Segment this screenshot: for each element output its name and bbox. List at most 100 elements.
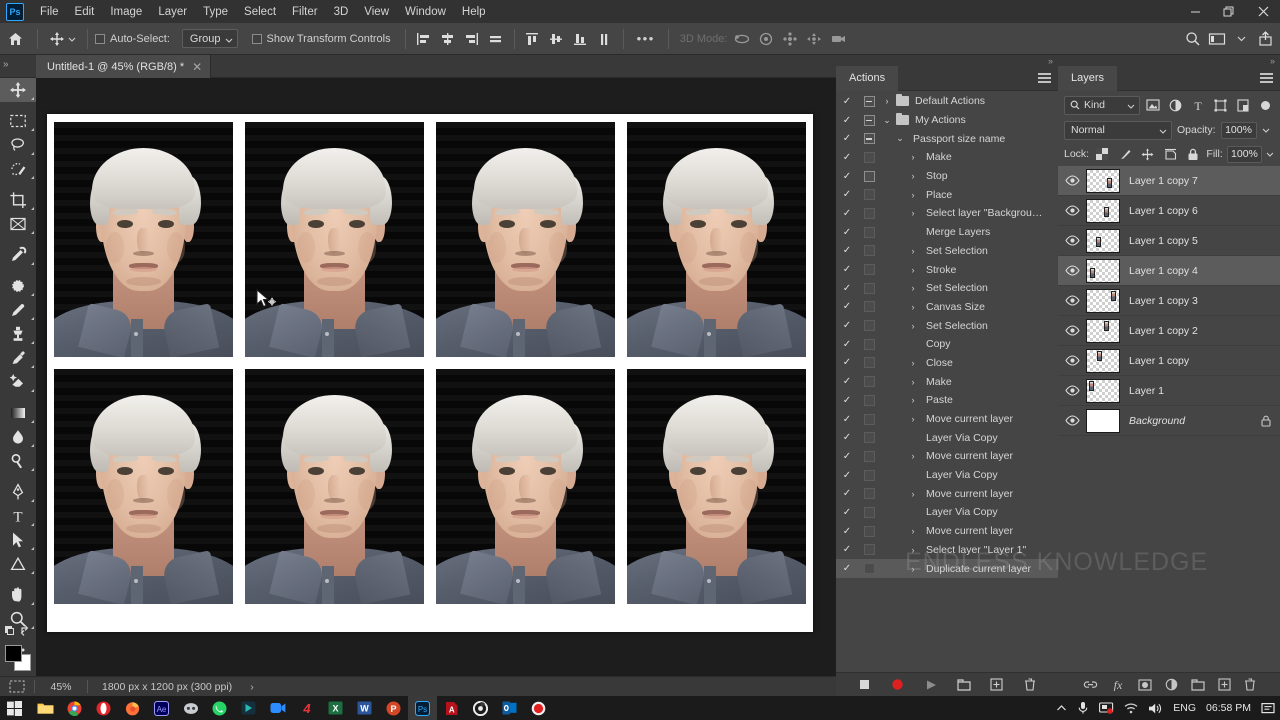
distribute-horizontal-icon[interactable] xyxy=(485,28,507,50)
taskbar-powerpoint[interactable]: P xyxy=(379,696,408,720)
action-dialog-toggle[interactable] xyxy=(858,469,880,481)
action-dialog-toggle[interactable] xyxy=(858,114,880,126)
screen-share-icon[interactable] xyxy=(1094,696,1119,720)
passport-photo[interactable] xyxy=(245,369,424,604)
layer-kind-dropdown[interactable]: Kind xyxy=(1064,95,1140,115)
action-dialog-toggle[interactable] xyxy=(858,357,880,369)
action-dialog-toggle[interactable] xyxy=(858,450,880,462)
wifi-icon[interactable] xyxy=(1119,696,1143,720)
chevron-right-icon[interactable]: › xyxy=(906,358,920,368)
fill-input[interactable]: 100% xyxy=(1226,145,1263,163)
status-expand-icon[interactable]: › xyxy=(232,681,254,693)
action-item[interactable]: ✓ Layer Via Copy xyxy=(836,428,1058,447)
close-icon[interactable]: ✕ xyxy=(192,60,202,74)
panel-collapse-icon[interactable]: » xyxy=(3,59,8,70)
action-toggle-checkbox[interactable]: ✓ xyxy=(836,376,858,387)
swap-reset-colors[interactable] xyxy=(4,624,32,638)
slide-3d-icon[interactable] xyxy=(803,28,825,50)
delete-button[interactable] xyxy=(1021,676,1039,694)
action-item[interactable]: ✓ › Default Actions xyxy=(836,92,1058,111)
action-dialog-toggle[interactable] xyxy=(858,320,880,332)
crop-tool-icon[interactable] xyxy=(0,188,36,212)
pen-tool-icon[interactable] xyxy=(0,480,36,504)
action-toggle-checkbox[interactable]: ✓ xyxy=(836,189,858,200)
actions-list[interactable]: ✓ › Default Actions ✓ ⌄ My Actions ✓ ⌄ Passport … xyxy=(836,92,1058,720)
more-options-button[interactable]: ••• xyxy=(631,31,661,46)
taskbar-filmora[interactable] xyxy=(234,696,263,720)
filter-toggle-icon[interactable] xyxy=(1257,96,1274,115)
action-toggle-checkbox[interactable]: ✓ xyxy=(836,339,858,350)
type-filter-icon[interactable]: T xyxy=(1189,96,1206,115)
taskbar-photoshop[interactable]: Ps xyxy=(408,696,437,720)
action-item[interactable]: ✓ › Set Selection xyxy=(836,279,1058,298)
taskbar-google-chrome[interactable] xyxy=(60,696,89,720)
action-item[interactable]: ✓ › Set Selection xyxy=(836,316,1058,335)
menu-image[interactable]: Image xyxy=(102,2,150,22)
action-dialog-toggle[interactable] xyxy=(858,189,880,201)
frame-tool-icon[interactable] xyxy=(0,212,36,236)
action-dialog-toggle[interactable] xyxy=(858,245,880,257)
path-selection-tool-icon[interactable] xyxy=(0,528,36,552)
action-dialog-toggle[interactable] xyxy=(858,207,880,219)
action-toggle-checkbox[interactable]: ✓ xyxy=(836,488,858,499)
taskbar-whatsapp[interactable] xyxy=(205,696,234,720)
menu-window[interactable]: Window xyxy=(397,2,454,22)
layer-thumbnail[interactable] xyxy=(1086,168,1120,193)
passport-photo[interactable] xyxy=(54,122,233,357)
action-dialog-toggle[interactable] xyxy=(858,506,880,518)
taskbar-outlook[interactable] xyxy=(495,696,524,720)
chevron-right-icon[interactable]: › xyxy=(906,246,920,256)
action-item[interactable]: ✓ › Select layer "Layer 1" xyxy=(836,541,1058,560)
eraser-tool-icon[interactable] xyxy=(0,370,36,394)
windows-start-icon[interactable] xyxy=(0,696,29,720)
tab-layers[interactable]: Layers xyxy=(1058,65,1118,91)
pixel-filter-icon[interactable] xyxy=(1145,96,1162,115)
action-dialog-toggle[interactable] xyxy=(858,226,880,238)
foreground-color-swatch[interactable] xyxy=(5,645,22,662)
link-layers-icon[interactable] xyxy=(1083,679,1098,690)
taskbar-word[interactable]: W xyxy=(350,696,379,720)
action-toggle-checkbox[interactable]: ✓ xyxy=(836,544,858,555)
menu-view[interactable]: View xyxy=(356,2,397,22)
layer-visibility-eye-icon[interactable] xyxy=(1058,385,1086,396)
align-left-edges-icon[interactable] xyxy=(413,28,435,50)
passport-photo[interactable] xyxy=(627,122,806,357)
action-item[interactable]: ✓ › Move current layer xyxy=(836,484,1058,503)
color-swatches[interactable] xyxy=(5,645,31,671)
action-item[interactable]: ✓ › Stroke xyxy=(836,260,1058,279)
menu-file[interactable]: File xyxy=(32,2,67,22)
layer-visibility-eye-icon[interactable] xyxy=(1058,265,1086,276)
panel-collapse-icon[interactable]: » xyxy=(1048,56,1053,66)
taskbar-excel[interactable]: X xyxy=(321,696,350,720)
chevron-right-icon[interactable]: › xyxy=(906,526,920,536)
show-transform-checkbox[interactable] xyxy=(251,33,262,44)
action-item[interactable]: ✓ › Close xyxy=(836,354,1058,373)
menu-3d[interactable]: 3D xyxy=(326,2,357,22)
actions-panel-menu-icon[interactable] xyxy=(1038,73,1051,85)
taskbar-firefox[interactable] xyxy=(118,696,147,720)
action-toggle-checkbox[interactable]: ✓ xyxy=(836,470,858,481)
layer-mask-icon[interactable] xyxy=(1137,678,1152,691)
play-button[interactable] xyxy=(922,676,940,694)
show-transform-option[interactable]: Show Transform Controls xyxy=(251,33,391,45)
action-dialog-toggle[interactable] xyxy=(858,488,880,500)
action-toggle-checkbox[interactable]: ✓ xyxy=(836,152,858,163)
layer-visibility-eye-icon[interactable] xyxy=(1058,355,1086,366)
type-tool-icon[interactable]: T xyxy=(0,504,36,528)
stop-button[interactable] xyxy=(856,676,874,694)
passport-photo[interactable] xyxy=(54,369,233,604)
action-item[interactable]: ✓ Merge Layers xyxy=(836,223,1058,242)
opacity-input[interactable]: 100% xyxy=(1220,121,1257,139)
taskbar-zoom[interactable] xyxy=(263,696,292,720)
new-layer-icon[interactable] xyxy=(1217,678,1231,691)
action-item[interactable]: ✓ › Duplicate current layer xyxy=(836,559,1058,578)
action-dialog-toggle[interactable] xyxy=(858,264,880,276)
align-top-edges-icon[interactable] xyxy=(522,28,544,50)
layer-thumbnail[interactable] xyxy=(1086,318,1120,343)
chevron-right-icon[interactable]: › xyxy=(906,489,920,499)
maximize-button[interactable] xyxy=(1212,0,1246,23)
chevron-right-icon[interactable]: › xyxy=(880,96,894,106)
move-tool-icon[interactable] xyxy=(0,78,36,102)
action-dialog-toggle[interactable] xyxy=(858,376,880,388)
menu-select[interactable]: Select xyxy=(236,2,284,22)
